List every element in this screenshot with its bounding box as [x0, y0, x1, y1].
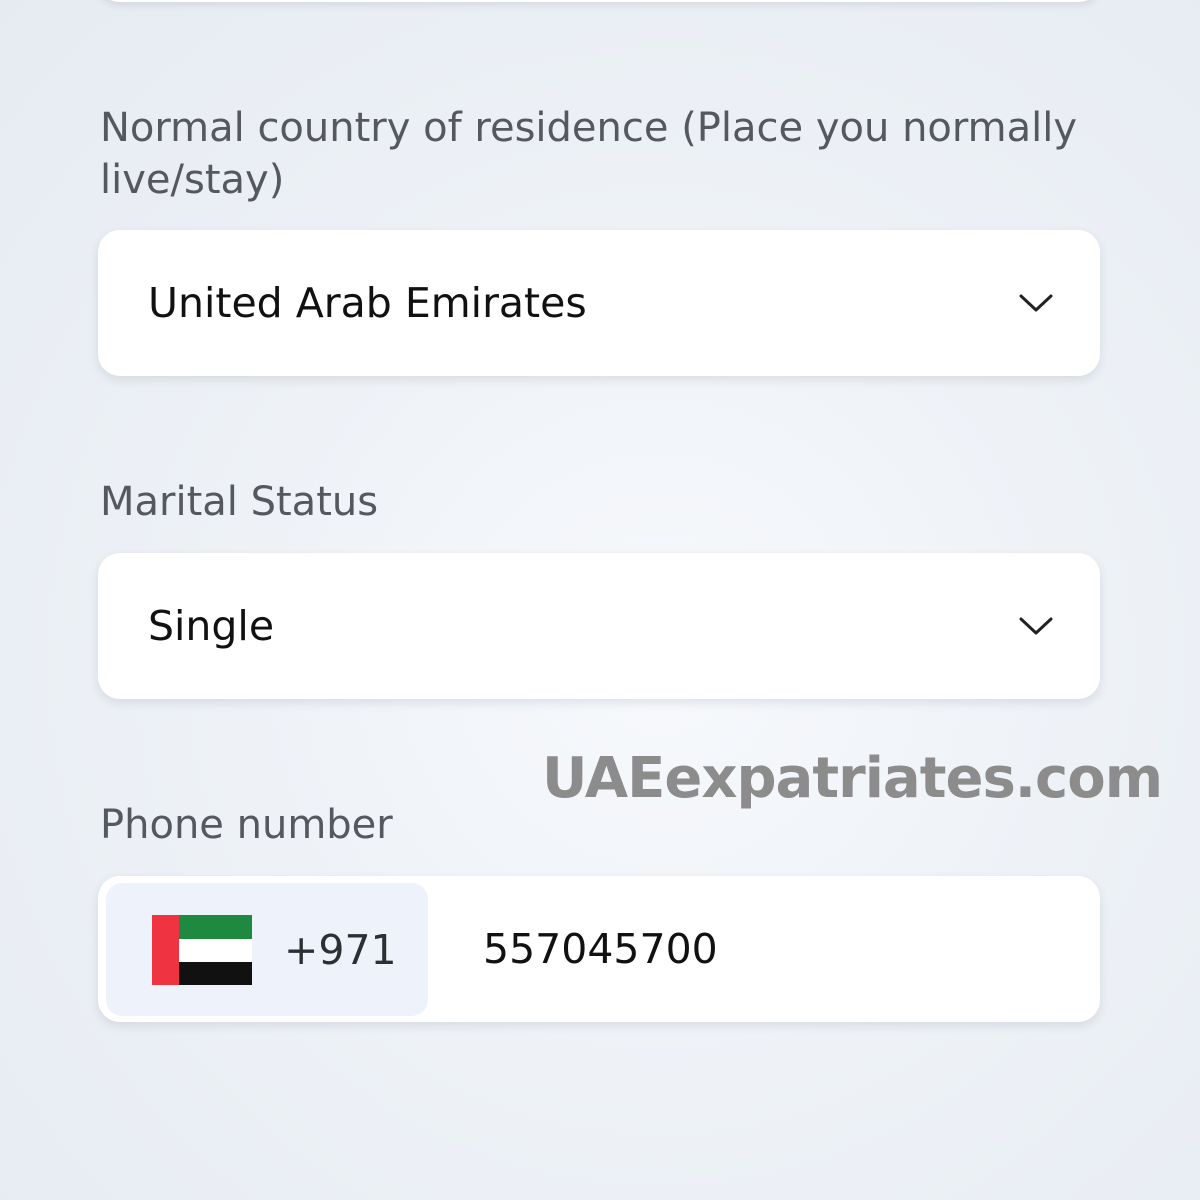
- residence-label: Normal country of residence (Place you n…: [100, 105, 1078, 203]
- residence-select[interactable]: United Arab Emirates: [98, 230, 1100, 376]
- marital-status-select[interactable]: Single: [98, 553, 1100, 699]
- country-code-picker[interactable]: +971: [106, 883, 428, 1016]
- previous-field-card: [98, 0, 1100, 2]
- chevron-down-icon: [1019, 294, 1053, 312]
- uae-flag-icon: [152, 915, 252, 985]
- phone-number-input[interactable]: [483, 906, 1063, 992]
- chevron-down-icon: [1019, 617, 1053, 635]
- marital-status-selected-value: Single: [148, 602, 275, 650]
- dial-code: +971: [284, 925, 397, 974]
- marital-status-label: Marital Status: [100, 479, 379, 525]
- residence-selected-value: United Arab Emirates: [148, 279, 587, 327]
- watermark: UAEexpatriates.com: [542, 746, 1163, 811]
- phone-number-field: +971: [98, 876, 1100, 1022]
